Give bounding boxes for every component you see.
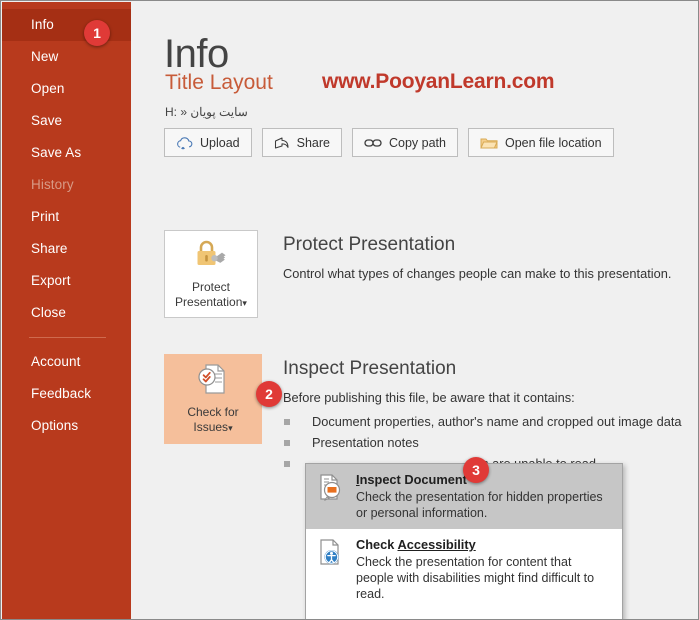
check-issues-icon [195,363,231,400]
sidebar-item-label: Export [31,273,71,288]
list-item: Presentation notes [283,432,687,453]
step-badge-3: 3 [463,457,489,483]
sidebar-item-label: Share [31,241,68,256]
file-actions-toolbar: Upload Share Copy path Open file locatio… [164,128,614,157]
share-button-label: Share [296,135,330,150]
sidebar-item-feedback[interactable]: Feedback [2,378,131,410]
upload-button-label: Upload [200,135,240,150]
document-path: H: » سایت پویان [165,105,248,119]
accessibility-icon [316,536,346,602]
sidebar-item-options[interactable]: Options [2,410,131,442]
list-item: Document properties, author's name and c… [283,411,687,432]
sidebar-item-close[interactable]: Close [2,297,131,329]
menu-item-title: Check Accessibility [356,537,476,552]
upload-button[interactable]: Upload [164,128,252,157]
sidebar-item-label: Print [31,209,60,224]
step-badge-2: 2 [256,381,282,407]
inspect-document-icon [316,471,346,521]
sidebar-item-label: Open [31,81,65,96]
link-chain-icon [364,137,382,149]
inspect-presentation-description: Before publishing this file, be aware th… [283,390,575,405]
protect-presentation-heading: Protect Presentation [283,234,456,255]
sidebar-item-label: Options [31,418,79,433]
sidebar-item-share[interactable]: Share [2,233,131,265]
check-for-issues-dropdown-menu: Inspect Document Check the presentation … [305,463,623,619]
inspect-presentation-heading: Inspect Presentation [283,358,457,379]
menu-item-title: Inspect Document [356,472,467,487]
sidebar-top-spacer [2,2,131,9]
caret-down-icon: ▾ [242,297,247,308]
document-title: Title Layout [165,71,273,94]
sidebar-item-save[interactable]: Save [2,105,131,137]
share-button[interactable]: Share [261,128,342,157]
sidebar-item-label: Info [31,17,54,32]
sidebar-item-save-as[interactable]: Save As [2,137,131,169]
sidebar-item-label: Save As [31,145,82,160]
menu-item-description: Check the presentation for hidden proper… [356,490,603,520]
step-badge-1: 1 [84,20,110,46]
sidebar-item-label: Feedback [31,386,92,401]
menu-item-check-accessibility[interactable]: Check Accessibility Check the presentati… [306,529,622,610]
folder-icon [480,136,498,150]
sidebar-item-label: Account [31,354,81,369]
backstage-sidebar: Info New Open Save Save As History Print… [2,2,131,619]
watermark-text: www.PooyanLearn.com [322,70,555,93]
open-file-location-button[interactable]: Open file location [467,128,614,157]
inspect-presentation-text-block: Inspect Presentation Before publishing t… [283,358,687,474]
sidebar-item-print[interactable]: Print [2,201,131,233]
sidebar-item-label: History [31,177,74,192]
protect-presentation-text-block: Protect Presentation Control what types … [283,234,687,283]
backstage-content: Info Title Layout www.PooyanLearn.com H:… [131,2,697,619]
share-arrow-icon [274,135,290,150]
check-for-issues-button-label: Check for Issues▾ [187,404,239,434]
sidebar-item-label: Save [31,113,63,128]
powerpoint-backstage-window: Info New Open Save Save As History Print… [0,0,699,620]
protect-presentation-button[interactable]: Protect Presentation▾ [164,230,258,318]
menu-item-description: Check the presentation for content that … [356,555,595,601]
sidebar-item-history: History [2,169,131,201]
sidebar-item-label: Close [31,305,67,320]
sidebar-item-open[interactable]: Open [2,73,131,105]
lock-key-icon [192,238,230,275]
caret-down-icon: ▾ [228,422,233,433]
menu-item-check-compatibility[interactable]: Check Compatibility Check for features n… [306,610,622,619]
menu-item-text: Check Accessibility Check the presentati… [356,536,612,602]
sidebar-item-info[interactable]: Info [2,9,131,41]
protect-presentation-button-label: Protect Presentation▾ [175,279,247,309]
sidebar-item-new[interactable]: New [2,41,131,73]
check-for-issues-button[interactable]: Check for Issues▾ [164,354,262,444]
copy-path-button-label: Copy path [388,135,446,150]
sidebar-item-account[interactable]: Account [2,346,131,378]
sidebar-item-export[interactable]: Export [2,265,131,297]
open-file-location-button-label: Open file location [504,135,602,150]
cloud-upload-icon [176,136,193,150]
sidebar-item-label: New [31,49,59,64]
protect-presentation-description: Control what types of changes people can… [283,266,672,281]
copy-path-button[interactable]: Copy path [351,128,458,157]
sidebar-separator [29,337,106,338]
